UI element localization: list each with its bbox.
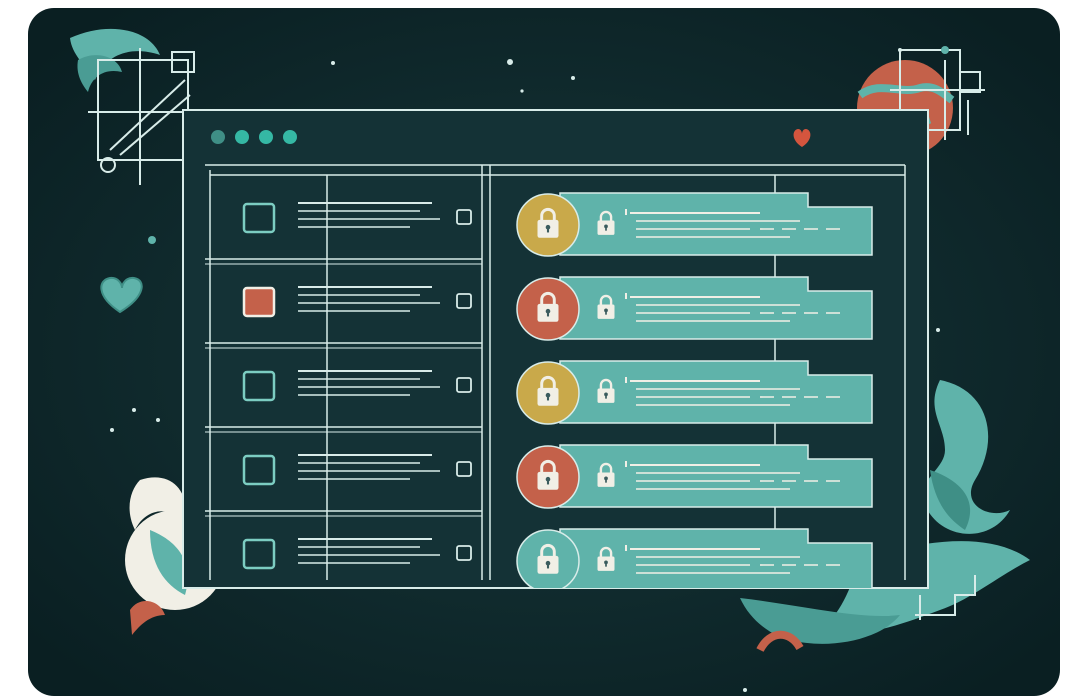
illustration	[28, 8, 1060, 696]
checkbox-checked[interactable]	[242, 286, 276, 318]
window-dot-2[interactable]	[235, 130, 249, 144]
window-dot-1[interactable]	[211, 130, 225, 144]
window-dot-4[interactable]	[283, 130, 297, 144]
window-dot-3[interactable]	[259, 130, 273, 144]
app-window	[182, 109, 929, 589]
